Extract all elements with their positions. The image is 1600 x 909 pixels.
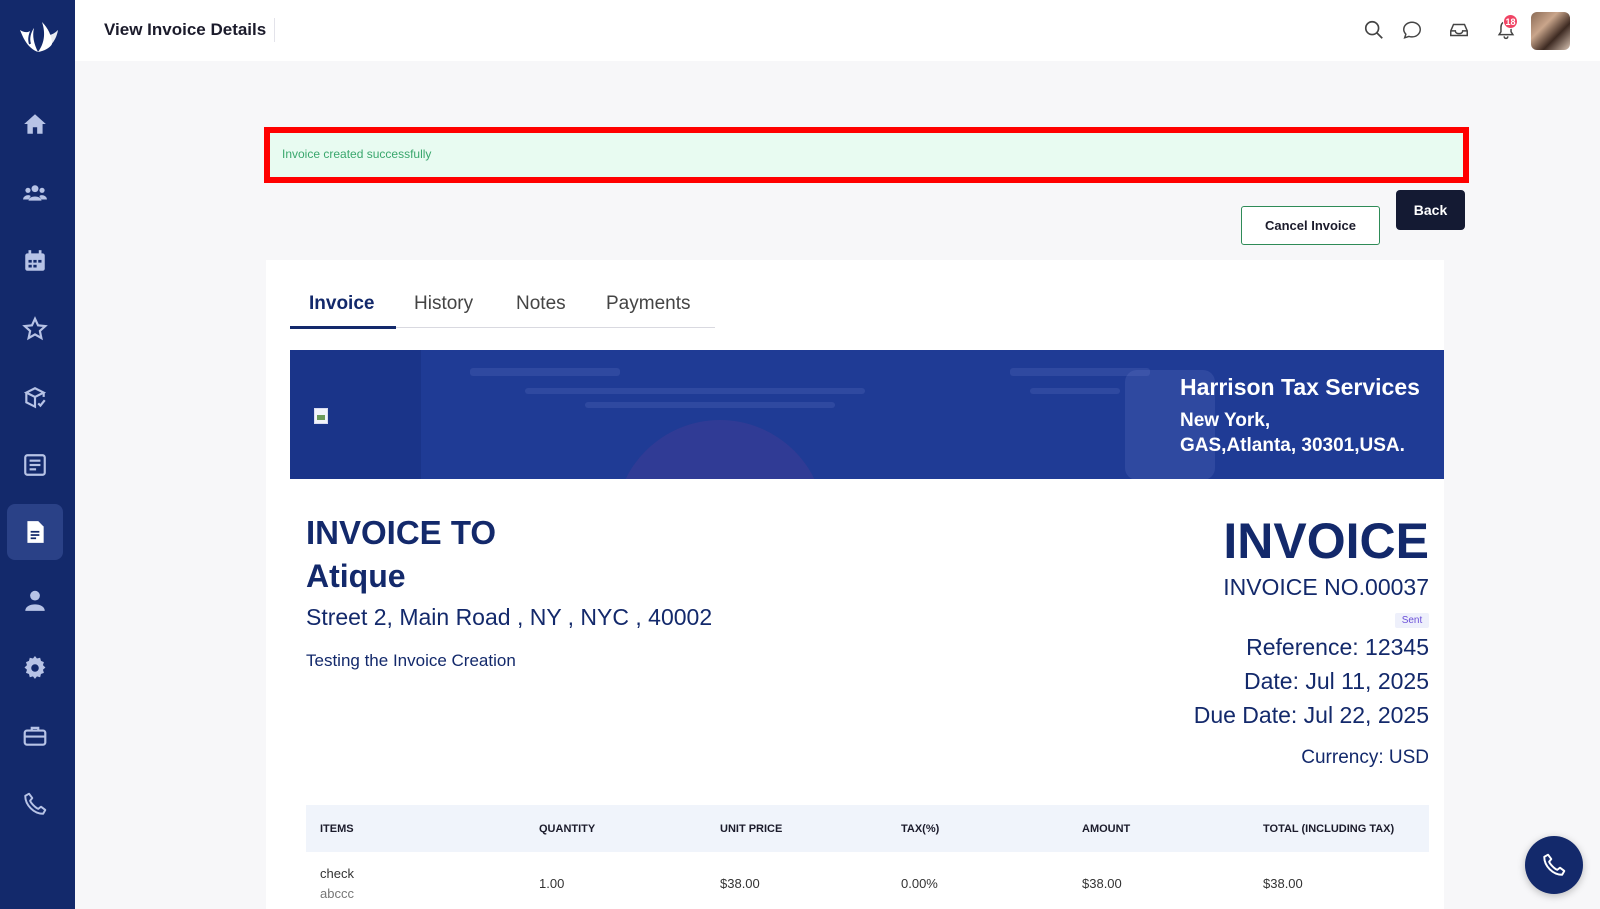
company-address: New York, GAS,Atlanta, 30301,USA. xyxy=(1180,408,1405,458)
sidebar xyxy=(0,0,75,909)
banner-ghost-bar xyxy=(470,368,620,376)
inbox-icon[interactable] xyxy=(1447,18,1471,42)
invoice-due-date: Due Date: Jul 22, 2025 xyxy=(1193,702,1429,728)
sidebar-item-favorites[interactable] xyxy=(7,301,63,357)
column-header-amount: AMOUNT xyxy=(1082,823,1131,835)
items-table-header: ITEMS QUANTITY UNIT PRICE TAX(%) AMOUNT … xyxy=(306,805,1429,852)
column-header-tax: TAX(%) xyxy=(901,823,940,835)
app-logo[interactable] xyxy=(14,16,62,56)
row-quantity: 1.00 xyxy=(539,876,565,891)
tab-notes[interactable]: Notes xyxy=(516,293,566,315)
back-button[interactable]: Back xyxy=(1396,190,1465,230)
status-badge: Sent xyxy=(1395,613,1429,628)
company-logo-image xyxy=(314,408,328,424)
invoice-note: Testing the Invoice Creation xyxy=(306,651,516,670)
sidebar-item-profile[interactable] xyxy=(7,572,63,628)
invoice-date: Date: Jul 11, 2025 xyxy=(1244,668,1429,694)
column-header-quantity: QUANTITY xyxy=(539,823,596,835)
row-tax: 0.00% xyxy=(901,876,938,891)
user-icon xyxy=(25,590,45,611)
sidebar-item-calls[interactable] xyxy=(7,776,63,832)
phone-icon xyxy=(24,792,47,815)
sidebar-item-settings[interactable] xyxy=(7,640,63,696)
star-icon xyxy=(22,316,48,341)
column-header-unit-price: UNIT PRICE xyxy=(720,823,783,835)
column-header-total: TOTAL (INCLUDING TAX) xyxy=(1263,823,1395,835)
sidebar-item-services[interactable] xyxy=(7,708,63,764)
phone-icon xyxy=(1543,853,1566,876)
invoice-header-banner: Harrison Tax Services New York, GAS,Atla… xyxy=(290,350,1444,479)
sidebar-item-clients[interactable] xyxy=(7,165,63,221)
row-total: $38.00 xyxy=(1263,876,1303,891)
notification-count-badge: 18 xyxy=(1503,14,1518,29)
banner-ghost-bar xyxy=(1030,388,1120,394)
invoice-icon xyxy=(27,521,44,543)
chat-icon[interactable] xyxy=(1400,18,1424,42)
sidebar-item-invoices[interactable] xyxy=(7,504,63,560)
home-icon xyxy=(24,114,46,134)
billing-icon xyxy=(24,454,46,476)
users-icon xyxy=(23,185,47,201)
briefcase-icon xyxy=(23,726,47,746)
search-icon[interactable] xyxy=(1362,18,1386,42)
company-address-line2: GAS,Atlanta, 30301,USA. xyxy=(1180,435,1405,456)
row-amount: $38.00 xyxy=(1082,876,1122,891)
sidebar-item-packages[interactable] xyxy=(7,370,63,426)
column-header-items: ITEMS xyxy=(320,823,354,835)
banner-ghost-bar xyxy=(585,402,835,408)
client-name: Atique xyxy=(306,558,406,594)
row-item-name: check xyxy=(320,866,354,881)
sidebar-item-home[interactable] xyxy=(7,96,63,152)
box-icon xyxy=(23,387,47,409)
tab-history[interactable]: History xyxy=(414,293,473,315)
success-alert: Invoice created successfully xyxy=(264,127,1469,183)
active-tab-indicator xyxy=(290,326,396,329)
invoice-currency: Currency: USD xyxy=(1301,747,1429,768)
invoice-reference: Reference: 12345 xyxy=(1246,634,1429,660)
tab-payments[interactable]: Payments xyxy=(606,293,690,315)
company-address-line1: New York, xyxy=(1180,410,1271,431)
row-unit-price: $38.00 xyxy=(720,876,760,891)
sidebar-item-billing[interactable] xyxy=(7,437,63,493)
cancel-invoice-button[interactable]: Cancel Invoice xyxy=(1241,206,1380,245)
company-name: Harrison Tax Services xyxy=(1180,374,1420,400)
row-item-description: abccc xyxy=(320,886,354,901)
invoice-to-heading: INVOICE TO xyxy=(306,514,497,551)
user-avatar[interactable] xyxy=(1531,12,1570,50)
alert-message: Invoice created successfully xyxy=(282,147,432,161)
banner-ghost-bar xyxy=(525,388,865,394)
sidebar-item-calendar[interactable] xyxy=(7,233,63,289)
title-divider xyxy=(274,18,275,42)
calendar-icon xyxy=(25,250,45,271)
tab-invoice[interactable]: Invoice xyxy=(309,293,374,315)
call-button[interactable] xyxy=(1525,836,1583,894)
invoice-tabs: Invoice History Notes Payments xyxy=(290,283,715,329)
banner-logo-area xyxy=(290,350,421,479)
page-title: View Invoice Details xyxy=(104,20,267,39)
settings-icon xyxy=(24,655,46,679)
invoice-heading: INVOICE xyxy=(1223,513,1429,569)
client-address: Street 2, Main Road , NY , NYC , 40002 xyxy=(306,604,713,630)
invoice-number: INVOICE NO.00037 xyxy=(1223,574,1429,600)
banner-background-graphic xyxy=(615,420,825,479)
